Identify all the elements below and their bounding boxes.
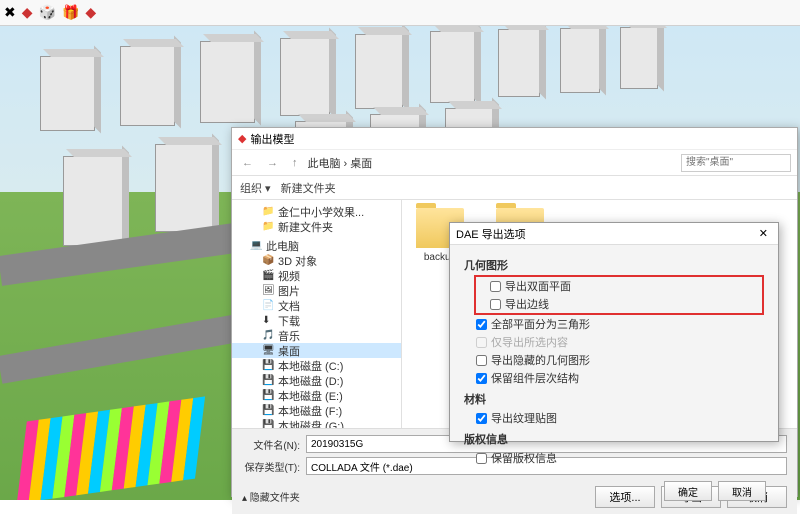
tree-item: 📄文档	[232, 298, 401, 313]
tree-item: 💾本地磁盘 (D:)	[232, 373, 401, 388]
search-input[interactable]	[681, 154, 791, 172]
drive-icon: 💾	[262, 420, 274, 429]
tool-icon-1[interactable]: ✖	[4, 4, 16, 21]
dialog-title: 输出模型	[250, 131, 294, 147]
nav-bar: ← → ↑ 此电脑 › 桌面	[232, 150, 797, 176]
folder-tree[interactable]: 📁金仁中小学效果... 📁新建文件夹 💻此电脑 📦3D 对象 🎬视频 🖼图片 📄…	[232, 200, 402, 428]
tree-item: 💾本地磁盘 (F:)	[232, 403, 401, 418]
folder-icon: 📁	[262, 221, 274, 233]
drive-icon: 💾	[262, 405, 274, 417]
image-icon: 🖼	[262, 285, 274, 297]
building	[120, 46, 175, 126]
colorful-building	[15, 388, 264, 500]
checkbox-preserve: 保留组件层次结构	[464, 369, 764, 387]
dae-options-dialog: DAE 导出选项 ✕ 几何图形 导出双面平面 导出边线 全部平面分为三角形 仅导…	[449, 222, 779, 442]
tree-item: 💾本地磁盘 (E:)	[232, 388, 401, 403]
checkbox-triangulate: 全部平面分为三角形	[464, 315, 764, 333]
highlighted-options: 导出双面平面 导出边线	[474, 275, 764, 315]
app-icon: ◆	[238, 132, 246, 145]
tool-icon-4[interactable]: 🎁	[62, 4, 79, 21]
checkbox-textures: 导出纹理贴图	[464, 409, 764, 427]
organize-menu[interactable]: 组织 ▾	[240, 180, 271, 196]
checkbox-two-sided: 导出双面平面	[478, 277, 760, 295]
tree-item-thispc: 💻此电脑	[232, 238, 401, 253]
up-icon[interactable]: ↑	[288, 157, 302, 169]
tree-item: 🎵音乐	[232, 328, 401, 343]
geometry-section-label: 几何图形	[464, 257, 764, 273]
hide-folders-toggle[interactable]: ▴ 隐藏文件夹	[242, 485, 300, 508]
tree-item: 💾本地磁盘 (C:)	[232, 358, 401, 373]
toolbar-row: 组织 ▾ 新建文件夹	[232, 176, 797, 200]
checkbox-hidden: 仅导出所选内容	[464, 333, 764, 351]
close-icon[interactable]: ✕	[755, 227, 772, 240]
breadcrumb[interactable]: 此电脑 › 桌面	[308, 155, 676, 171]
ok-button[interactable]: 确定	[664, 481, 712, 501]
building	[498, 29, 540, 97]
new-folder-button[interactable]: 新建文件夹	[281, 180, 336, 196]
drive-icon: 💾	[262, 390, 274, 402]
tree-item: 🖼图片	[232, 283, 401, 298]
tree-item: 📁金仁中小学效果...	[232, 204, 401, 219]
building	[280, 38, 330, 116]
tree-item: ⬇下载	[232, 313, 401, 328]
building	[200, 41, 255, 123]
main-toolbar: ✖ ◆ 🎲 🎁 ◆	[0, 0, 800, 26]
building	[40, 56, 95, 131]
checkbox-edges: 导出边线	[478, 295, 760, 313]
back-icon[interactable]: ←	[238, 157, 257, 169]
drive-icon: 💾	[262, 360, 274, 372]
options-titlebar[interactable]: DAE 导出选项 ✕	[450, 223, 778, 245]
options-title: DAE 导出选项	[456, 226, 526, 242]
credits-section-label: 版权信息	[464, 431, 764, 447]
building	[620, 27, 658, 89]
tool-icon-2[interactable]: ◆	[22, 4, 33, 21]
music-icon: 🎵	[262, 330, 274, 342]
checkbox-credits: 保留版权信息	[464, 449, 764, 467]
dialog-titlebar[interactable]: ◆ 输出模型	[232, 128, 797, 150]
filetype-label: 保存类型(T):	[242, 459, 300, 474]
building	[63, 156, 123, 246]
building	[560, 28, 600, 93]
folder-icon: 📁	[262, 206, 274, 218]
tool-icon-3[interactable]: 🎲	[39, 4, 56, 21]
cancel-button[interactable]: 取消	[718, 481, 766, 501]
building	[355, 34, 403, 109]
drive-icon: 💾	[262, 375, 274, 387]
tool-icon-5[interactable]: ◆	[85, 4, 96, 21]
building	[430, 31, 475, 103]
tree-item: 💾本地磁盘 (G:)	[232, 418, 401, 428]
tree-item-desktop: 🖥桌面	[232, 343, 401, 358]
3d-icon: 📦	[262, 255, 274, 267]
tree-item: 📦3D 对象	[232, 253, 401, 268]
tree-item: 📁新建文件夹	[232, 219, 401, 234]
filename-label: 文件名(N):	[242, 437, 300, 452]
tree-item: 🎬视频	[232, 268, 401, 283]
forward-icon[interactable]: →	[263, 157, 282, 169]
desktop-icon: 🖥	[262, 345, 274, 357]
doc-icon: 📄	[262, 300, 274, 312]
materials-section-label: 材料	[464, 391, 764, 407]
download-icon: ⬇	[262, 315, 274, 327]
building	[155, 144, 213, 232]
checkbox-hierarchy: 导出隐藏的几何图形	[464, 351, 764, 369]
pc-icon: 💻	[250, 240, 262, 252]
video-icon: 🎬	[262, 270, 274, 282]
